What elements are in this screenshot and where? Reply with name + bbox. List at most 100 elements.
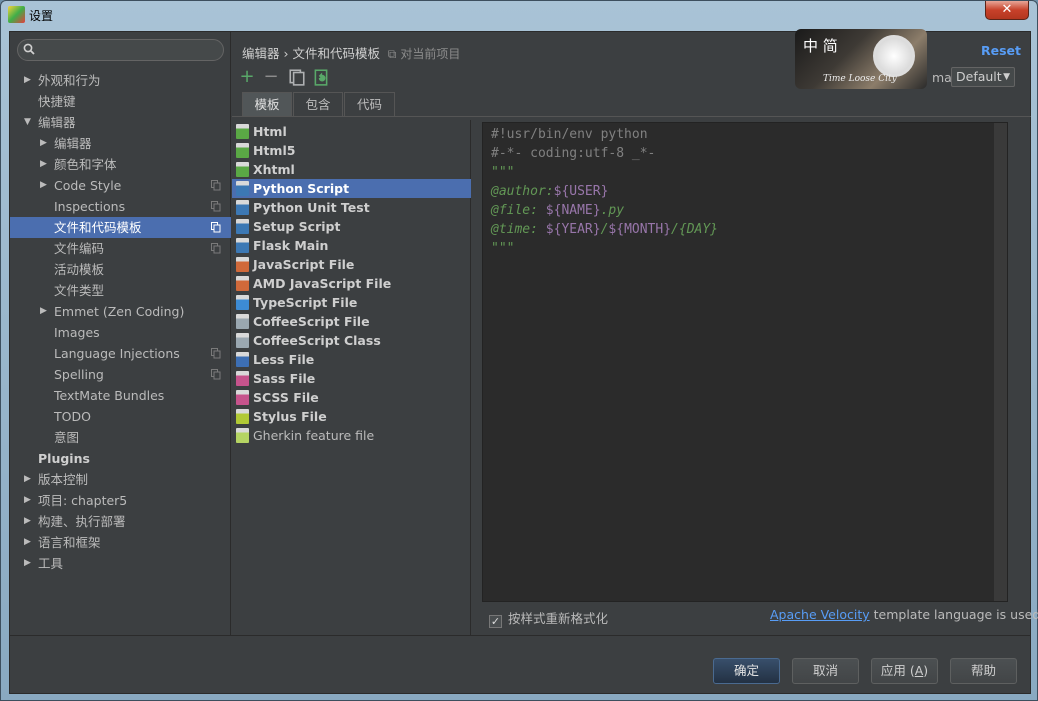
- sidebar-item[interactable]: 文件类型: [10, 280, 231, 301]
- sidebar-item[interactable]: Images: [10, 322, 231, 343]
- apply-button[interactable]: 应用 (A): [871, 658, 938, 684]
- template-list-item[interactable]: CoffeeScript File: [232, 312, 471, 331]
- template-list-item[interactable]: Gherkin feature file: [232, 426, 471, 445]
- tab-includes[interactable]: 包含: [293, 92, 343, 116]
- file-type-icon: [236, 124, 249, 139]
- sidebar-item[interactable]: Inspections: [10, 196, 231, 217]
- logo-text: 中 简: [803, 37, 838, 55]
- reformat-checkbox[interactable]: ✓: [489, 615, 502, 628]
- code-line-docstring-close: """: [491, 241, 515, 256]
- sidebar-item[interactable]: TextMate Bundles: [10, 385, 231, 406]
- reformat-label: 按样式重新格式化: [508, 611, 609, 626]
- reset-to-default-icon[interactable]: [312, 68, 330, 86]
- template-list-item[interactable]: Python Unit Test: [232, 198, 471, 217]
- chevron-right-icon[interactable]: ▶: [24, 511, 31, 532]
- sidebar-item[interactable]: TODO: [10, 406, 231, 427]
- template-list-item[interactable]: Sass File: [232, 369, 471, 388]
- sidebar-item[interactable]: Spelling: [10, 364, 231, 385]
- sidebar-item-label: 编辑器: [38, 115, 76, 130]
- tab-code[interactable]: 代码: [344, 92, 395, 116]
- sidebar-item[interactable]: 快捷键: [10, 91, 231, 112]
- sidebar-item[interactable]: ▶ 构建、执行部署: [10, 511, 231, 532]
- template-list-item[interactable]: Stylus File: [232, 407, 471, 426]
- sidebar-item[interactable]: ▶ Emmet (Zen Coding): [10, 301, 231, 322]
- tab-templates[interactable]: 模板: [242, 92, 292, 116]
- author-tag: @author:: [491, 184, 554, 199]
- template-editor[interactable]: #!usr/bin/env python #-*- coding:utf-8 _…: [482, 122, 1008, 602]
- chevron-down-icon[interactable]: ▼: [24, 112, 31, 133]
- template-list-item[interactable]: Python Script: [232, 179, 471, 198]
- sidebar-item[interactable]: ▶ 颜色和字体: [10, 154, 231, 175]
- ok-button[interactable]: 确定: [713, 658, 780, 684]
- editor-scrollbar[interactable]: [994, 123, 1007, 601]
- sidebar-item-label: 工具: [38, 556, 64, 571]
- chevron-right-icon[interactable]: ▶: [24, 532, 31, 553]
- chevron-right-icon[interactable]: ▶: [40, 133, 47, 154]
- code-line-shebang: #!usr/bin/env python: [491, 127, 648, 142]
- scheme-select[interactable]: Default ▼: [951, 67, 1015, 87]
- input-method-logo: 中 简 Time Loose City: [795, 29, 927, 89]
- template-label: Xhtml: [253, 162, 295, 177]
- project-level-icon: [211, 369, 221, 380]
- add-icon[interactable]: +: [238, 68, 256, 86]
- window-title: 设置: [29, 9, 54, 23]
- template-list-item[interactable]: SCSS File: [232, 388, 471, 407]
- apache-velocity-link[interactable]: Apache Velocity: [770, 607, 870, 622]
- template-list-item[interactable]: AMD JavaScript File: [232, 274, 471, 293]
- template-list-item[interactable]: Flask Main: [232, 236, 471, 255]
- chevron-down-icon: ▼: [1003, 72, 1010, 82]
- sidebar-item-label: 编辑器: [54, 136, 92, 151]
- template-list-item[interactable]: Less File: [232, 350, 471, 369]
- template-list-item[interactable]: Html5: [232, 141, 471, 160]
- template-list-item[interactable]: JavaScript File: [232, 255, 471, 274]
- sidebar-item[interactable]: 文件和代码模板: [10, 217, 231, 238]
- chevron-right-icon[interactable]: ▶: [24, 553, 31, 574]
- settings-search-input[interactable]: [17, 39, 224, 61]
- template-list-item[interactable]: TypeScript File: [232, 293, 471, 312]
- copy-icon[interactable]: [288, 68, 306, 86]
- sidebar-item[interactable]: 文件编码: [10, 238, 231, 259]
- sidebar-item-label: Inspections: [54, 199, 126, 214]
- remove-icon[interactable]: −: [262, 68, 280, 86]
- chevron-right-icon[interactable]: ▶: [24, 490, 31, 511]
- search-icon: [23, 43, 35, 55]
- template-label: Sass File: [253, 371, 316, 386]
- sidebar-item[interactable]: 意图: [10, 427, 231, 448]
- sidebar-item[interactable]: ▶ 编辑器: [10, 133, 231, 154]
- file-type-icon: [236, 390, 249, 405]
- sidebar-item[interactable]: ▶ 版本控制: [10, 469, 231, 490]
- sidebar-item[interactable]: ▶ Code Style: [10, 175, 231, 196]
- sidebar-item[interactable]: ▶ 工具: [10, 553, 231, 574]
- sidebar-item[interactable]: ▼ 编辑器: [10, 112, 231, 133]
- template-list-item[interactable]: Html: [232, 122, 471, 141]
- template-list-item[interactable]: CoffeeScript Class: [232, 331, 471, 350]
- chevron-right-icon[interactable]: ▶: [40, 154, 47, 175]
- year-variable: ${YEAR}: [545, 222, 601, 237]
- sidebar-item[interactable]: Plugins: [10, 448, 231, 469]
- file-extension: .py: [600, 203, 625, 218]
- reformat-option[interactable]: ✓ 按样式重新格式化: [489, 608, 608, 628]
- file-type-icon: [236, 162, 249, 177]
- code-line-docstring-open: """: [491, 165, 515, 180]
- chevron-right-icon[interactable]: ▶: [24, 70, 31, 91]
- sidebar-item[interactable]: 活动模板: [10, 259, 231, 280]
- scheme-value: Default: [956, 69, 1002, 84]
- help-button[interactable]: 帮助: [950, 658, 1017, 684]
- logo-script: Time Loose City: [823, 74, 897, 84]
- sidebar-item[interactable]: Language Injections: [10, 343, 231, 364]
- template-list-item[interactable]: Xhtml: [232, 160, 471, 179]
- author-variable: ${USER}: [553, 184, 609, 199]
- sidebar-item[interactable]: ▶ 项目: chapter5: [10, 490, 231, 511]
- template-label: Flask Main: [253, 238, 329, 253]
- cancel-button[interactable]: 取消: [792, 658, 859, 684]
- chevron-right-icon[interactable]: ▶: [24, 469, 31, 490]
- sidebar-item[interactable]: ▶ 外观和行为: [10, 70, 231, 91]
- sidebar-item[interactable]: ▶ 语言和框架: [10, 532, 231, 553]
- reset-link[interactable]: Reset: [981, 43, 1021, 58]
- template-list-item[interactable]: Setup Script: [232, 217, 471, 236]
- chevron-right-icon[interactable]: ▶: [40, 175, 47, 196]
- sidebar-item-label: Emmet (Zen Coding): [54, 304, 185, 319]
- template-label: Html: [253, 124, 287, 139]
- window-close-button[interactable]: ✕: [985, 1, 1029, 20]
- chevron-right-icon[interactable]: ▶: [40, 301, 47, 322]
